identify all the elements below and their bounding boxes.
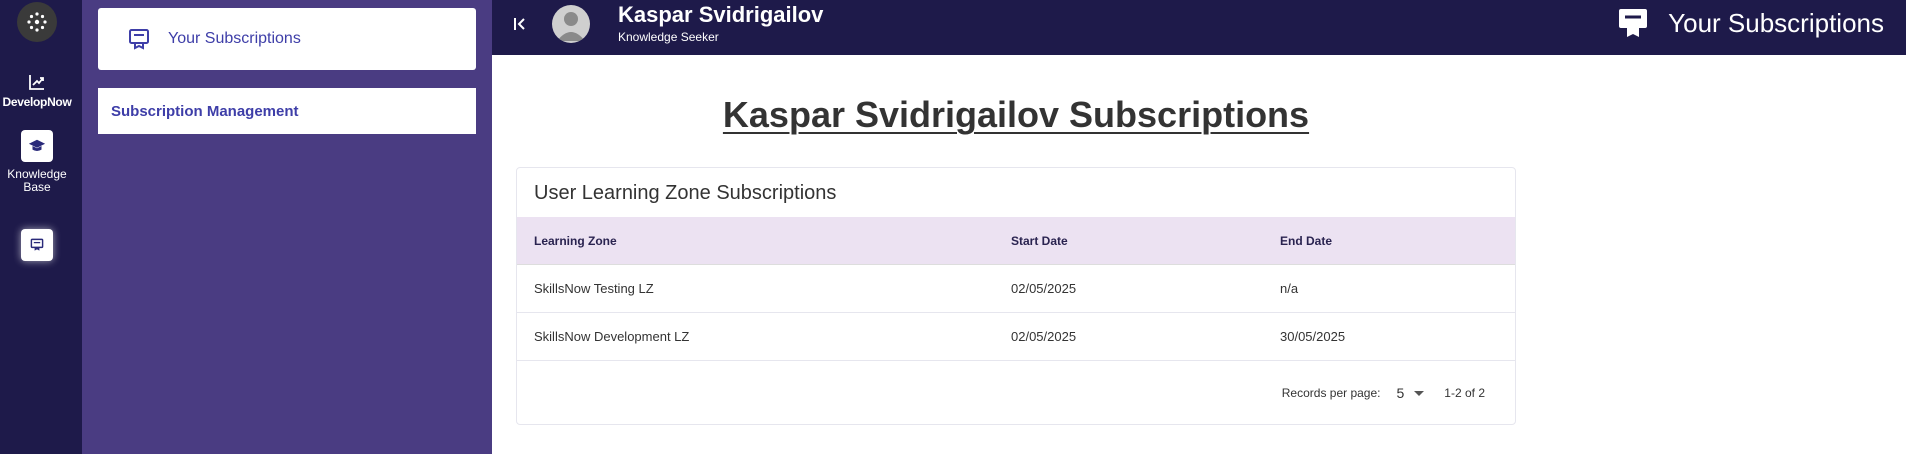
cell-end-date: n/a — [1280, 281, 1299, 296]
sidebar-menu-label: Subscription Management — [111, 102, 299, 120]
header-page-indicator: Your Subscriptions — [1616, 6, 1884, 40]
knowledge-base-icon-box — [21, 130, 53, 162]
user-role: Knowledge Seeker — [618, 30, 719, 44]
logo-icon — [27, 12, 47, 32]
cell-start-date: 02/05/2025 — [1011, 281, 1077, 296]
cell-learning-zone: SkillsNow Development LZ — [534, 329, 690, 344]
table-row[interactable]: SkillsNow Testing LZ 02/05/2025 n/a — [517, 265, 1515, 313]
rail-item-developnow[interactable]: DevelopNow — [0, 72, 74, 109]
subscriptions-table: Learning Zone Start Date End Date Skills… — [517, 217, 1515, 361]
subscriptions-icon — [129, 29, 149, 50]
user-avatar-icon — [557, 12, 585, 41]
table-row[interactable]: SkillsNow Development LZ 02/05/2025 30/0… — [517, 313, 1515, 361]
rail-item-knowledge-base[interactable]: Knowledge Base — [0, 130, 74, 194]
graduation-cap-icon — [28, 139, 46, 151]
chart-line-icon — [29, 75, 44, 90]
chevron-down-icon[interactable] — [1414, 390, 1425, 396]
app-logo[interactable] — [17, 2, 57, 42]
rail-item-label: DevelopNow — [2, 95, 72, 109]
cell-learning-zone: SkillsNow Testing LZ — [534, 281, 654, 296]
column-header-start-date[interactable]: Start Date — [1011, 234, 1068, 248]
top-header: Kaspar Svidrigailov Knowledge Seeker You… — [492, 0, 1906, 55]
rail-item-label: Knowledge — [7, 167, 67, 181]
cell-start-date: 02/05/2025 — [1011, 329, 1077, 344]
rail-item-subscriptions[interactable] — [21, 229, 53, 261]
app: DevelopNow Knowledge Base Your Subscript… — [0, 0, 1906, 454]
left-rail: DevelopNow Knowledge Base — [0, 0, 82, 454]
page-title: Kaspar Svidrigailov Subscriptions — [722, 94, 1310, 135]
user-name: Kaspar Svidrigailov — [618, 2, 824, 27]
column-header-learning-zone[interactable]: Learning Zone — [534, 234, 617, 248]
subscriptions-card: User Learning Zone Subscriptions Learnin… — [516, 167, 1516, 425]
records-per-page-label: Records per page: — [1281, 386, 1381, 400]
cell-end-date: 30/05/2025 — [1280, 329, 1346, 344]
sidebar-item-subscription-management[interactable]: Subscription Management — [98, 88, 476, 134]
table-pagination: Records per page: 5 1-2 of 2 — [1282, 385, 1485, 401]
column-header-end-date[interactable]: End Date — [1280, 234, 1332, 248]
table-header-row: Learning Zone Start Date End Date — [517, 217, 1515, 265]
pagination-range: 1-2 of 2 — [1444, 386, 1485, 400]
subscriptions-icon — [30, 238, 44, 251]
subscriptions-icon — [1619, 9, 1648, 37]
header-page-label: Your Subscriptions — [1668, 7, 1884, 38]
sidebar-your-subscriptions[interactable]: Your Subscriptions — [98, 8, 476, 70]
records-per-page-select[interactable]: 5 — [1397, 385, 1405, 401]
rail-item-label: Base — [23, 180, 51, 194]
collapse-sidebar-icon[interactable] — [510, 14, 530, 34]
secondary-sidebar: Your Subscriptions Subscription Manageme… — [82, 0, 492, 454]
avatar[interactable] — [552, 5, 590, 43]
sidebar-card-label: Your Subscriptions — [168, 30, 301, 47]
card-title: User Learning Zone Subscriptions — [534, 182, 837, 204]
